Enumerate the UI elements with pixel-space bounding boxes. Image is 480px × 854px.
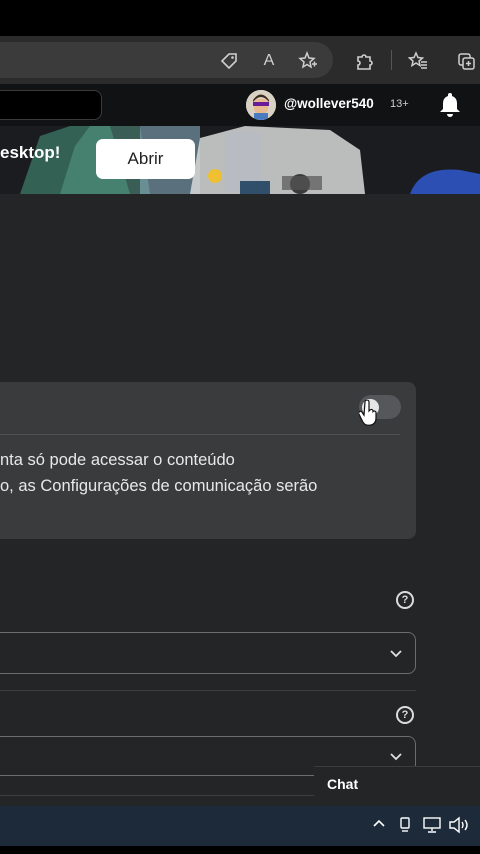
help-icon[interactable]: ? bbox=[396, 591, 414, 609]
screen: A @wollever540 13+ esktop! Abrir nta só … bbox=[0, 0, 480, 854]
help-mark: ? bbox=[401, 709, 409, 721]
chevron-down-icon bbox=[390, 650, 402, 658]
read-aloud-label: A bbox=[263, 52, 275, 69]
help-icon[interactable]: ? bbox=[396, 706, 414, 724]
address-bar[interactable] bbox=[0, 42, 333, 78]
notification-bell-icon[interactable] bbox=[437, 90, 463, 118]
favorites-icon[interactable] bbox=[406, 49, 430, 73]
collections-icon[interactable] bbox=[454, 49, 478, 73]
avatar[interactable] bbox=[246, 90, 276, 120]
settings-description-line1: nta só pode acessar o conteúdo bbox=[0, 451, 235, 469]
banner-text: esktop! bbox=[0, 143, 61, 162]
toolbar-separator bbox=[391, 50, 392, 70]
network-icon[interactable] bbox=[422, 816, 442, 837]
favorite-add-icon[interactable] bbox=[296, 49, 320, 73]
settings-dropdown-1[interactable] bbox=[0, 632, 416, 674]
tag-icon[interactable] bbox=[217, 49, 241, 73]
promo-banner bbox=[0, 126, 480, 194]
speaker-icon[interactable] bbox=[448, 816, 470, 837]
pen-icon[interactable] bbox=[397, 816, 413, 837]
row-divider bbox=[0, 690, 416, 691]
chevron-down-icon bbox=[390, 753, 402, 761]
open-button[interactable]: Abrir bbox=[96, 139, 195, 179]
chat-label[interactable]: Chat bbox=[327, 776, 358, 792]
help-mark: ? bbox=[401, 594, 409, 606]
extensions-icon[interactable] bbox=[352, 49, 376, 73]
search-input[interactable] bbox=[0, 90, 102, 120]
read-aloud-icon[interactable]: A bbox=[257, 49, 281, 73]
username[interactable]: @wollever540 bbox=[284, 96, 374, 111]
age-badge: 13+ bbox=[390, 98, 409, 110]
settings-description-line2: o, as Configurações de comunicação serão bbox=[0, 477, 318, 495]
hand-cursor-icon bbox=[358, 399, 379, 428]
chevron-up-icon[interactable] bbox=[371, 816, 387, 835]
card-divider bbox=[0, 434, 400, 435]
